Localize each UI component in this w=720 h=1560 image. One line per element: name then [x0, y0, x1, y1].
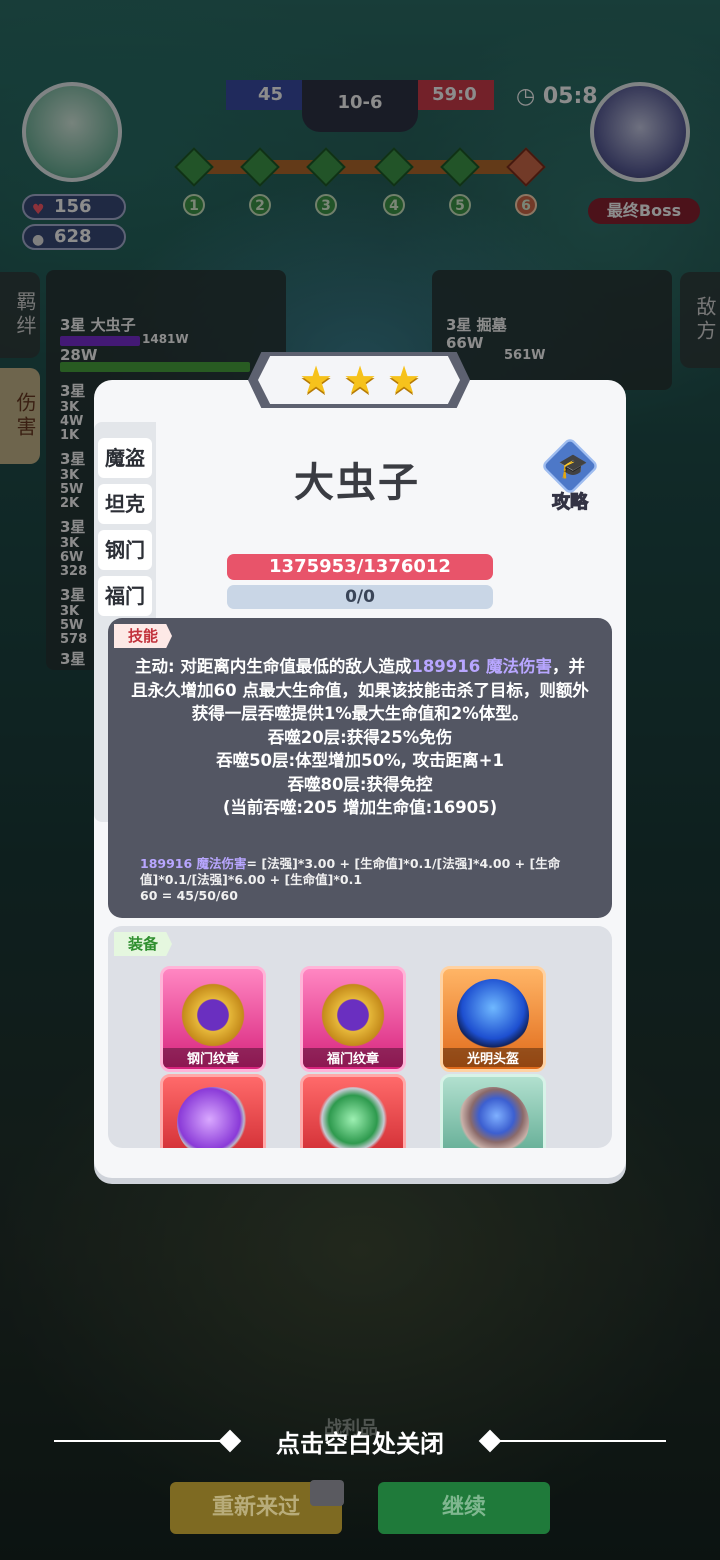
video-ad-icon	[310, 1480, 344, 1506]
skill-tag: 技能	[114, 624, 173, 648]
shield-crest-icon	[177, 979, 249, 1051]
guide-button[interactable]: 🎓 攻略	[536, 436, 604, 514]
equipment-item[interactable]	[440, 1074, 546, 1148]
equipment-box: 钢门纹章 福门纹章 光明头盔	[108, 926, 612, 1148]
spellbook-icon	[457, 1087, 529, 1148]
hp-bar: 1375953/1376012	[227, 554, 493, 580]
equipment-item[interactable]	[300, 1074, 406, 1148]
close-hint: 点击空白处关闭	[276, 1430, 444, 1458]
shield-crest-icon	[317, 979, 389, 1051]
skill-line: 吞噬20层:获得25%免伤	[267, 727, 453, 747]
skill-description: 主动: 对距离内生命值最低的敌人造成189916 魔法伤害，并且永久增加60 点…	[130, 655, 590, 820]
formula-damage: 189916 魔法伤害	[140, 856, 247, 871]
skill-line: 吞噬80层:获得免控	[287, 774, 433, 794]
heart-gem-icon	[177, 1087, 249, 1148]
guide-label: 攻略	[552, 492, 589, 514]
skill-line: (当前吞噬:205 增加生命值:16905)	[222, 798, 498, 817]
equipment-name: 光明头盔	[443, 1048, 543, 1067]
equipment-item[interactable]: 福门纹章	[300, 966, 406, 1072]
graduation-cap-icon: 🎓	[558, 452, 588, 480]
equipment-name: 钢门纹章	[163, 1048, 263, 1067]
green-armor-icon	[317, 1087, 389, 1148]
skill-damage-highlight: 189916 魔法伤害	[411, 657, 552, 676]
star-icon: ★	[342, 358, 378, 402]
divider-right	[494, 1440, 666, 1442]
helmet-icon	[457, 979, 529, 1051]
tab-class-gangmen[interactable]: 钢门	[98, 530, 152, 570]
tab-class-modao[interactable]: 魔盗	[98, 438, 152, 478]
skill-text-part: 主动: 对距离内生命值最低的敌人造成	[135, 657, 412, 676]
hero-name: 大虫子	[294, 460, 420, 506]
star-icon: ★	[298, 358, 334, 402]
tab-class-fumen[interactable]: 福门	[98, 576, 152, 616]
mana-bar: 0/0	[227, 585, 493, 609]
formula-hp: 60 = 45/50/60	[140, 888, 238, 903]
tab-class-tank[interactable]: 坦克	[98, 484, 152, 524]
skill-formula: 189916 魔法伤害= [法强]*3.00 + [生命值]*0.1/[法强]*…	[140, 856, 600, 904]
equipment-item[interactable]: 钢门纹章	[160, 966, 266, 1072]
divider-left	[54, 1440, 226, 1442]
equipment-tag: 装备	[114, 932, 173, 956]
equipment-item[interactable]	[160, 1074, 266, 1148]
continue-button[interactable]: 继续	[378, 1482, 550, 1534]
star-icon: ★	[386, 358, 422, 402]
equipment-item[interactable]: 光明头盔	[440, 966, 546, 1072]
skill-line: 吞噬50层:体型增加50%, 攻击距离+1	[216, 751, 504, 770]
equipment-name: 福门纹章	[303, 1048, 403, 1067]
